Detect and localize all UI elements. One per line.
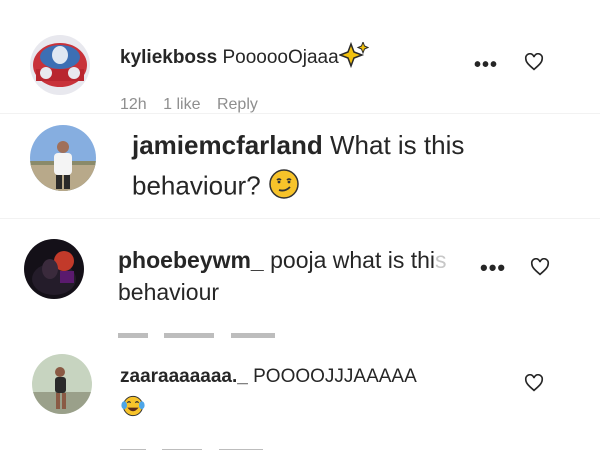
avatar[interactable]	[30, 125, 96, 191]
comment-body-continued: behaviour?	[132, 170, 261, 201]
avatar[interactable]	[24, 239, 84, 299]
comment-meta-cropped	[120, 443, 275, 450]
comment-body: PoooooOjaaa	[222, 47, 339, 69]
comment-text: kyliekboss PoooooOjaaa	[120, 40, 369, 74]
avatar[interactable]	[32, 354, 92, 414]
tears-of-joy-icon	[120, 394, 146, 423]
avatar[interactable]	[30, 35, 90, 95]
sparkles-icon	[337, 40, 369, 74]
smirk-face-icon	[268, 168, 300, 207]
heart-icon[interactable]	[524, 373, 544, 397]
timestamp: 12h	[120, 96, 147, 113]
comment-meta: 12h 1 like Reply	[120, 96, 270, 114]
username[interactable]: zaaraaaaaaa._	[120, 366, 248, 387]
username[interactable]: kyliekboss	[120, 47, 217, 68]
comment-body-fade: s	[435, 247, 447, 273]
comment-body: What is this	[329, 130, 465, 160]
comment-body: POOOOJJJAAAAA	[253, 366, 417, 387]
comment-text: zaaraaaaaaa._ POOOOJJJAAAAA	[120, 366, 417, 388]
more-options-icon[interactable]: •••	[480, 255, 506, 281]
comment-zaaraaaaaaa: zaaraaaaaaa._ POOOOJJJAAAAA	[0, 338, 600, 450]
comment-text-line-1: jamiemcfarland What is this	[132, 130, 464, 161]
comment-body: pooja what is thi	[270, 247, 436, 273]
comment-body-continued: behaviour	[118, 279, 220, 305]
reply-button[interactable]: Reply	[217, 96, 258, 113]
username[interactable]: phoebeywm_	[118, 247, 264, 273]
heart-icon[interactable]	[524, 52, 544, 76]
comment-phoebeywm: phoebeywm_ pooja what is this ••• behavi…	[0, 219, 600, 339]
username[interactable]: jamiemcfarland	[132, 130, 323, 160]
comment-jamiemcfarland: jamiemcfarland What is this behaviour?	[0, 114, 600, 219]
comment-text-line-1: phoebeywm_ pooja what is this	[118, 247, 447, 274]
comment-text-line-2: behaviour?	[132, 168, 300, 207]
comment-text-line-2: behaviour	[118, 279, 219, 306]
comment-kyliekboss: kyliekboss PoooooOjaaa ••• 12h 1 like Re…	[0, 0, 600, 114]
like-count[interactable]: 1 like	[163, 96, 200, 113]
heart-icon[interactable]	[530, 257, 550, 281]
more-options-icon[interactable]: •••	[474, 54, 498, 77]
